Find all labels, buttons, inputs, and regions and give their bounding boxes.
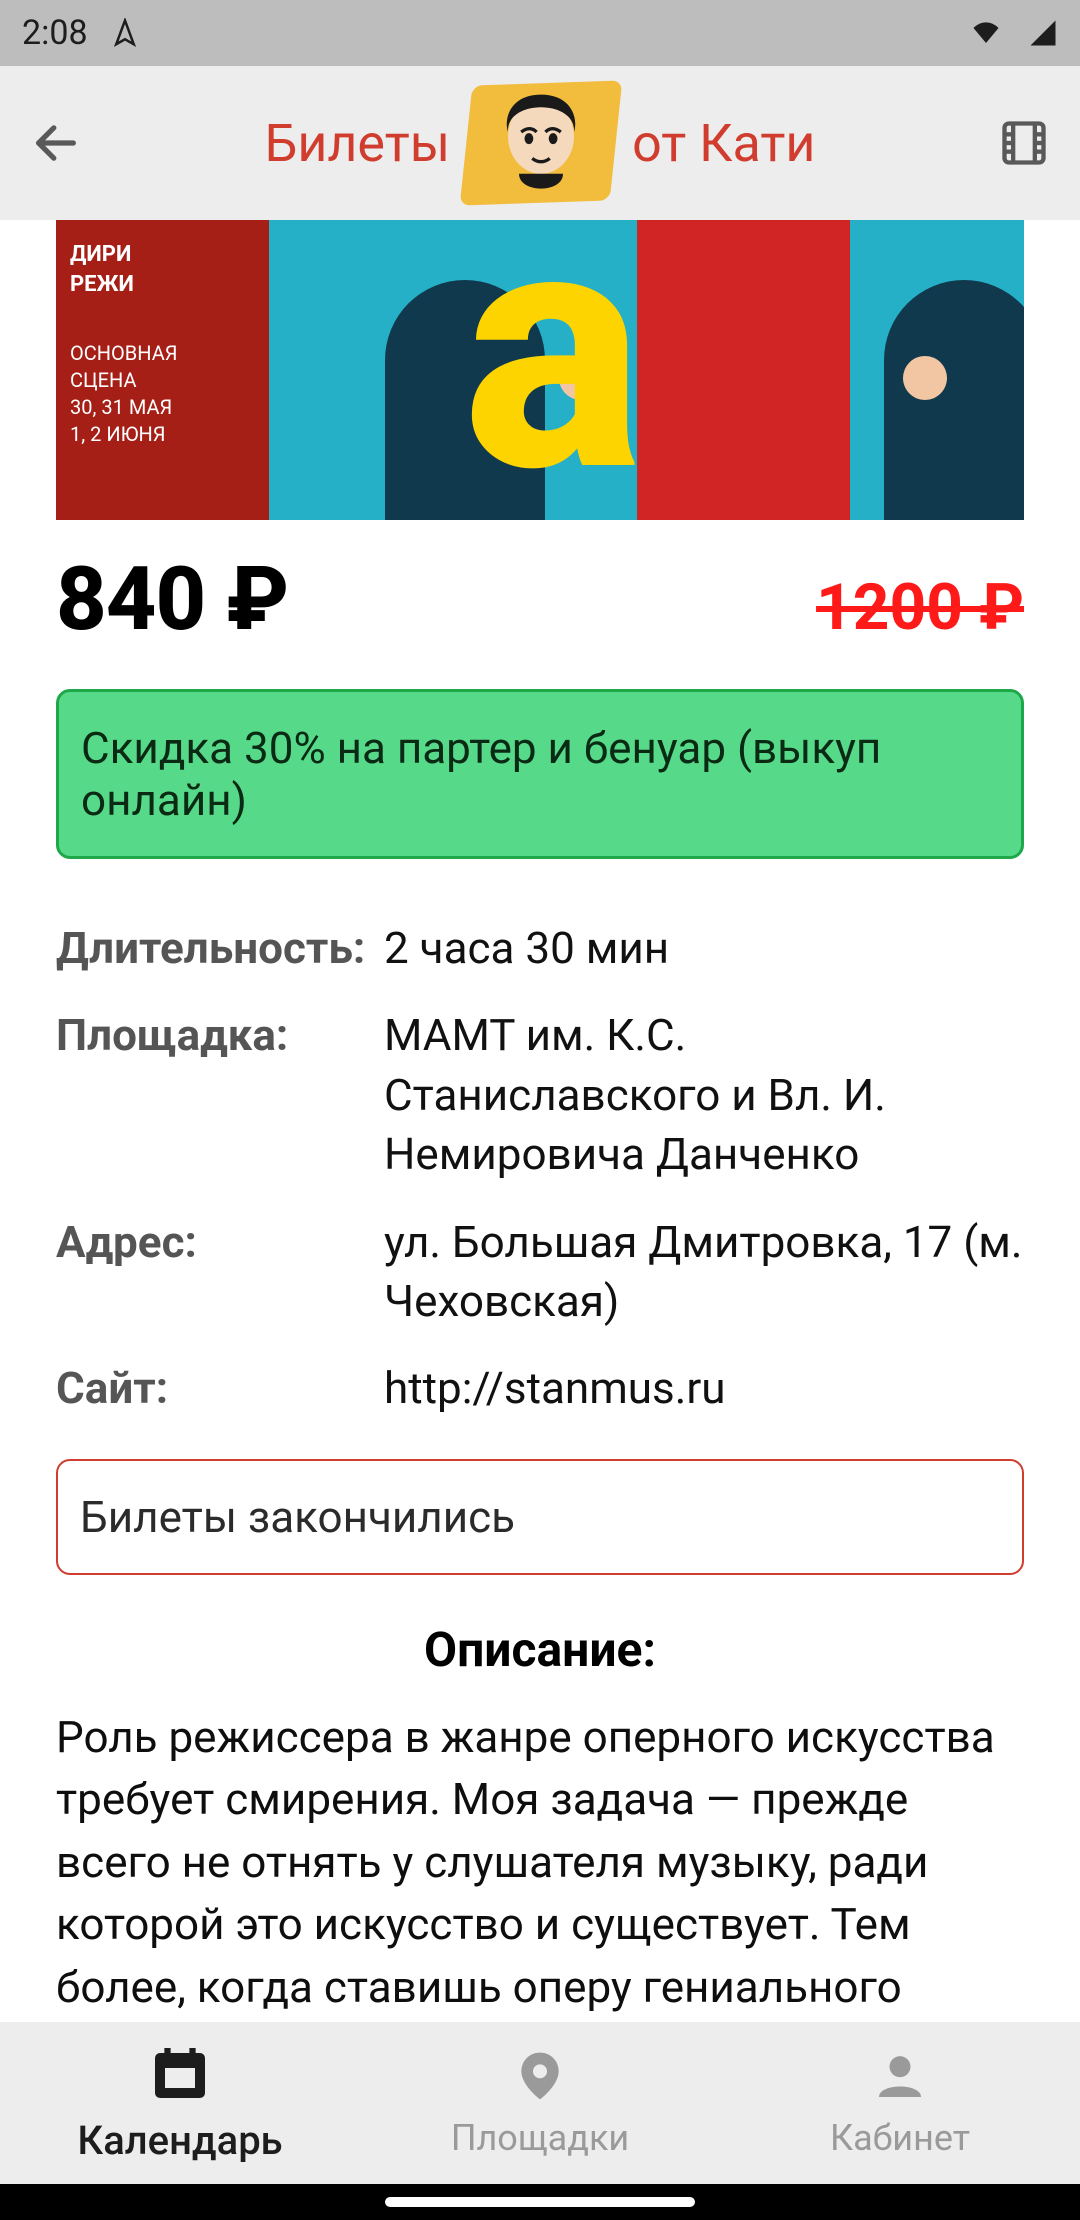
title-left: Билеты [265,113,451,174]
site-label: Сайт: [56,1359,374,1418]
event-poster: а ДИРИ РЕЖИ ОСНОВНАЯ СЦЕНА 30, 31 МАЯ 1,… [56,220,1024,520]
venue-value: МАМТ им. К.С. Станиславского и Вл. И. Не… [384,1006,1024,1184]
price-current: 840 ₽ [56,548,288,651]
bottom-nav: Календарь Площадки Кабинет [0,2022,1080,2184]
nav-account[interactable]: Кабинет [720,2022,1080,2184]
description: Описание: Роль режиссера в жанре оперног… [0,1601,1080,2022]
signal-icon [1028,18,1058,48]
status-time: 2:08 [22,13,88,53]
location-icon [110,18,140,48]
nav-calendar-label: Календарь [77,2117,282,2164]
appbar: Билеты от Кати [0,66,1080,220]
row-duration: Длительность: 2 часа 30 мин [56,905,1024,992]
price-old: 1200 ₽ [816,570,1024,645]
nav-calendar[interactable]: Календарь [0,2022,360,2184]
statusbar: 2:08 [0,0,1080,66]
home-pill[interactable] [385,2197,695,2207]
nav-venues-label: Площадки [451,2117,629,2159]
price-bar: 840 ₽ 1200 ₽ [0,520,1080,661]
row-venue: Площадка: МАМТ им. К.С. Станиславского и… [56,992,1024,1198]
address-label: Адрес: [56,1213,374,1332]
poster-text-1: ДИРИ РЕЖИ [70,240,134,299]
calendar-icon [150,2043,210,2113]
nav-account-label: Кабинет [830,2117,970,2159]
title-right: от Кати [632,113,815,174]
duration-label: Длительность: [56,919,374,978]
description-heading: Описание: [56,1621,1024,1678]
logo-icon [466,83,616,203]
poster-text-2: ОСНОВНАЯ СЦЕНА 30, 31 МАЯ 1, 2 ИЮНЯ [70,340,178,448]
duration-value: 2 часа 30 мин [384,919,1024,978]
android-navbar [0,2184,1080,2220]
venue-label: Площадка: [56,1006,374,1184]
site-link[interactable]: http://stanmus.ru [384,1359,1024,1418]
film-button[interactable] [988,107,1060,179]
row-address: Адрес: ул. Большая Дмитровка, 17 (м. Чех… [56,1199,1024,1346]
content[interactable]: а ДИРИ РЕЖИ ОСНОВНАЯ СЦЕНА 30, 31 МАЯ 1,… [0,220,1080,2022]
description-p1: Роль режиссера в жанре оперного искусств… [56,1706,1024,2022]
soldout-banner: Билеты закончились [56,1459,1024,1575]
app-title: Билеты от Кати [92,83,988,203]
map-pin-icon [512,2048,568,2113]
person-icon [872,2048,928,2113]
discount-banner: Скидка 30% на партер и бенуар (выкуп онл… [56,689,1024,859]
address-value: ул. Большая Дмитровка, 17 (м. Чеховская) [384,1213,1024,1332]
row-site: Сайт: http://stanmus.ru [56,1345,1024,1432]
wifi-icon [966,18,1006,48]
back-button[interactable] [20,107,92,179]
details-table: Длительность: 2 часа 30 мин Площадка: МА… [0,887,1080,1433]
nav-venues[interactable]: Площадки [360,2022,720,2184]
